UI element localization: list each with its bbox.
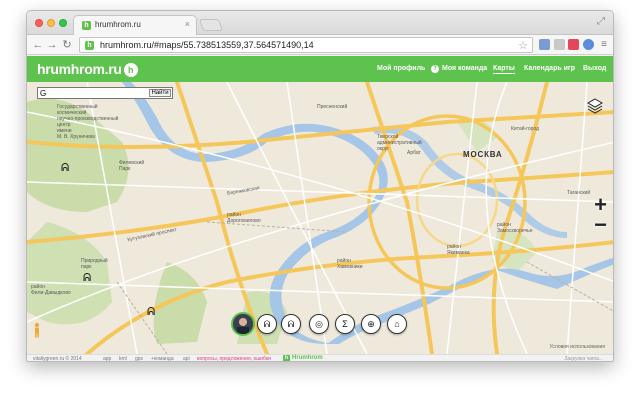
reload-button[interactable]: ↻	[60, 38, 74, 52]
map-label-park2: Природный парк	[81, 258, 108, 270]
logo-badge: h	[123, 63, 138, 77]
url-favicon-icon: h	[85, 41, 94, 50]
shield-icon[interactable]	[539, 39, 550, 50]
bunny-marker-icon[interactable]: ᕱ	[61, 162, 69, 175]
team-info-icon: ?	[431, 65, 439, 73]
map-search: Найти	[37, 87, 173, 99]
url-text[interactable]: hrumhrom.ru/#maps/55.738513559,37.564571…	[100, 40, 314, 50]
target-icon[interactable]: ⊕	[361, 314, 381, 334]
layers-icon[interactable]	[587, 98, 603, 114]
bunny-down-icon[interactable]: ᕱ	[257, 314, 277, 334]
map-label-fili: район Фили-Давыдково	[31, 284, 71, 296]
footer-link-app[interactable]: app	[103, 356, 111, 361]
footer-brand[interactable]: h Hrumhrom	[283, 355, 323, 361]
browser-window: h hrumhrom.ru × ⤢ ← → ↻ h hrumhrom.ru/#m…	[26, 10, 614, 362]
nav-logout[interactable]: Выход	[583, 65, 606, 72]
nav-team[interactable]: ? Моя команда	[431, 65, 487, 73]
chat-loading-text: Загрузка чата...	[564, 356, 603, 362]
map-label-presnensky: Пресненский	[317, 104, 348, 110]
map-search-input[interactable]	[38, 88, 138, 98]
tab-strip: h hrumhrom.ru × ⤢	[27, 11, 613, 35]
logo-text: hrumhrom.ru	[37, 61, 122, 77]
site-footer: vitaliygreen.ru © 2014 app kml gps +кома…	[27, 354, 613, 362]
pocket-icon[interactable]	[568, 39, 579, 50]
crosshair-icon[interactable]: ◎	[309, 314, 329, 334]
user-avatar[interactable]	[231, 312, 255, 336]
map-label-zamoskvorechye: район Замоскворечье	[497, 222, 533, 234]
nav-calendar[interactable]: Календарь игр	[524, 65, 575, 72]
sigma-icon[interactable]: Σ	[335, 314, 355, 334]
map-label-park: Филевский Парк	[119, 160, 145, 172]
browser-tab[interactable]: h hrumhrom.ru ×	[73, 15, 197, 35]
zoom-out-button[interactable]: −	[594, 214, 607, 236]
dot-icon[interactable]	[583, 39, 594, 50]
site-header: hrumhrom.ru h Мой профиль ? Моя команда Ка…	[27, 56, 613, 82]
map-label-yakimanka: район Якиманка	[447, 244, 470, 256]
map-label-khamovniki: район Хамовники	[337, 258, 363, 270]
footer-link-feedback[interactable]: вопросы, предложения, ошибки	[197, 356, 271, 361]
map-city-label: МОСКВА	[463, 150, 503, 159]
tab-close-icon[interactable]: ×	[185, 19, 190, 29]
bookmark-star-icon[interactable]: ☆	[518, 39, 528, 52]
close-window-button[interactable]	[35, 19, 43, 27]
map-label-kitay: Китай-город	[511, 126, 540, 132]
home-icon[interactable]: ⌂	[387, 314, 407, 334]
map-label-khrunichev: Государственный космический научно-произ…	[57, 104, 119, 140]
map-search-button[interactable]: Найти	[149, 89, 171, 97]
map-attribution[interactable]: Условия использования	[550, 344, 606, 350]
tab-title: hrumhrom.ru	[95, 20, 141, 29]
footer-brand-text: Hrumhrom	[292, 355, 323, 361]
minimize-window-button[interactable]	[47, 19, 55, 27]
favicon-icon: h	[82, 21, 91, 30]
menu-icon[interactable]: ≡	[597, 38, 611, 52]
bunny-marker-icon[interactable]: ᕱ	[147, 306, 155, 319]
footer-brand-badge: h	[283, 355, 290, 361]
extension-icon[interactable]	[554, 39, 565, 50]
footer-copyright: vitaliygreen.ru © 2014	[33, 356, 82, 362]
pegman-icon[interactable]	[33, 322, 41, 338]
nav-maps[interactable]: Карты	[493, 65, 515, 74]
footer-link-api[interactable]: api	[183, 356, 190, 361]
bunny-up-icon[interactable]: ᕱ	[281, 314, 301, 334]
footer-link-kml[interactable]: kml	[119, 356, 127, 361]
site-logo[interactable]: hrumhrom.ru h	[37, 61, 138, 77]
forward-button[interactable]: →	[45, 38, 59, 52]
map-label-tagansky: Таганский	[567, 190, 591, 196]
browser-toolbar: ← → ↻ h hrumhrom.ru/#maps/55.738513559,3…	[27, 35, 613, 55]
avatar-image	[233, 314, 253, 334]
footer-link-gps[interactable]: gps	[135, 356, 143, 361]
footer-link-team[interactable]: +команда	[151, 356, 174, 361]
map-label-dorogomilovo: район Дорогомилово	[227, 212, 261, 224]
bunny-marker-icon[interactable]: ᕱ	[83, 272, 91, 285]
map-canvas[interactable]: Найти Государственный космический научно…	[27, 82, 613, 354]
nav-team-label: Моя команда	[442, 65, 488, 72]
map-label-arbat: Арбат	[407, 150, 421, 156]
maximize-window-button[interactable]	[59, 19, 67, 27]
back-button[interactable]: ←	[31, 38, 45, 52]
new-tab-button[interactable]	[198, 19, 224, 31]
nav-profile[interactable]: Мой профиль	[377, 65, 425, 72]
address-bar[interactable]: h hrumhrom.ru/#maps/55.738513559,37.5645…	[79, 37, 533, 53]
fullscreen-icon[interactable]: ⤢	[597, 16, 605, 27]
